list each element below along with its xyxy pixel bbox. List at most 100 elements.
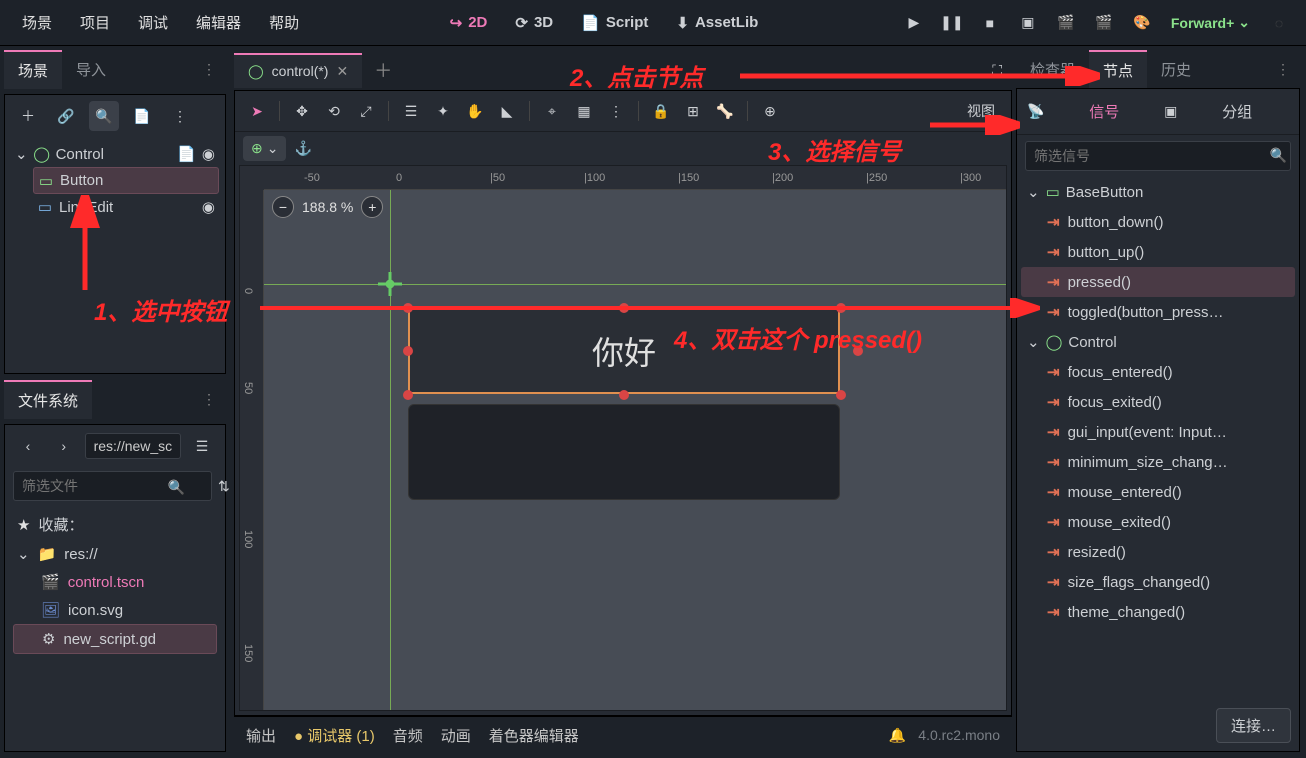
close-tab-icon[interactable]: ✕ xyxy=(336,63,348,80)
scene-menu-button[interactable]: ⋮ xyxy=(165,101,195,131)
menu-help[interactable]: 帮助 xyxy=(259,6,309,39)
menu-project[interactable]: 项目 xyxy=(70,6,120,39)
rotate-tool[interactable]: ⟲ xyxy=(320,97,348,125)
shader-tab[interactable]: 着色器编辑器 xyxy=(489,725,579,746)
fs-root[interactable]: ⌄📁res:// xyxy=(13,540,217,568)
ruler-tool[interactable]: ◣ xyxy=(493,97,521,125)
tree-node-control[interactable]: ⌄ ◯ Control 📄 ◉ xyxy=(11,141,219,167)
movie2-button[interactable]: 🎬 xyxy=(1089,8,1119,38)
signal-filter-input[interactable] xyxy=(1025,141,1291,171)
scale-tool[interactable]: ⤢ xyxy=(352,97,380,125)
signal-size_flags_changed[interactable]: ⇥size_flags_changed() xyxy=(1021,567,1295,597)
dock-menu-icon[interactable]: ⋮ xyxy=(1266,61,1300,78)
attach-script-button[interactable]: 📄 xyxy=(127,101,157,131)
debugger-tab[interactable]: ● 调试器 (1) xyxy=(294,725,375,746)
signal-gui_inputeventInput[interactable]: ⇥gui_input(event: Input… xyxy=(1021,417,1295,447)
zoom-out-button[interactable]: − xyxy=(272,196,294,218)
fs-file-script[interactable]: ⚙new_script.gd xyxy=(13,624,217,654)
signal-focus_entered[interactable]: ⇥focus_entered() xyxy=(1021,357,1295,387)
play-button[interactable]: ▶ xyxy=(899,8,929,38)
connect-button[interactable]: 连接… xyxy=(1216,708,1291,743)
signal-class-Control[interactable]: ⌄◯Control xyxy=(1021,327,1295,357)
canvas-lineedit-node[interactable] xyxy=(408,404,840,500)
workspace-assetlib[interactable]: ⬇AssetLib xyxy=(666,8,768,38)
anchor-icon[interactable]: ⚓ xyxy=(294,140,311,157)
signal-focus_exited[interactable]: ⇥focus_exited() xyxy=(1021,387,1295,417)
anchor-preset[interactable]: ⊕ xyxy=(756,97,784,125)
palette-icon[interactable]: 🎨 xyxy=(1127,8,1157,38)
lock-tool[interactable]: 🔒 xyxy=(647,97,675,125)
zoom-label[interactable]: 188.8 % xyxy=(302,199,353,215)
tab-filesystem[interactable]: 文件系统 xyxy=(4,380,92,419)
pause-button[interactable]: ❚❚ xyxy=(937,8,967,38)
tree-node-button[interactable]: ▭ Button xyxy=(33,167,219,194)
path-field[interactable]: res://new_sc xyxy=(85,433,182,459)
move-tool[interactable]: ✥ xyxy=(288,97,316,125)
fs-file-control[interactable]: 🎬control.tscn xyxy=(13,568,217,596)
play-remote-button[interactable]: ▣ xyxy=(1013,8,1043,38)
signal-minimum_size_chang[interactable]: ⇥minimum_size_chang… xyxy=(1021,447,1295,477)
fs-file-icon[interactable]: 🖼icon.svg xyxy=(13,596,217,624)
zoom-in-button[interactable]: + xyxy=(361,196,383,218)
dock-menu-icon[interactable]: ⋮ xyxy=(192,391,226,408)
signal-mouse_entered[interactable]: ⇥mouse_entered() xyxy=(1021,477,1295,507)
signal-toggledbutton_press[interactable]: ⇥toggled(button_press… xyxy=(1021,297,1295,327)
snap-options[interactable]: ⌖ xyxy=(538,97,566,125)
animation-tab[interactable]: 动画 xyxy=(441,725,471,746)
groups-subtab[interactable]: 分组 xyxy=(1185,97,1289,126)
canvas-button-node[interactable]: 你好 xyxy=(408,308,840,394)
link-node-button[interactable]: 🔗 xyxy=(51,101,81,131)
renderer-dropdown[interactable]: Forward+⌄ xyxy=(1165,14,1256,31)
bone-tool[interactable]: 🦴 xyxy=(711,97,739,125)
fs-favorites[interactable]: ★收藏： xyxy=(13,509,217,540)
pivot-tool[interactable]: ✦ xyxy=(429,97,457,125)
audio-tab[interactable]: 音频 xyxy=(393,725,423,746)
nav-fwd-button[interactable]: › xyxy=(49,431,79,461)
select-tool[interactable]: ➤ xyxy=(243,97,271,125)
add-preset-button[interactable]: ⊕⌄ xyxy=(243,136,286,161)
signal-resized[interactable]: ⇥resized() xyxy=(1021,537,1295,567)
add-scene-tab[interactable]: ＋ xyxy=(362,57,404,83)
fullscreen-icon[interactable]: ⛶ xyxy=(982,62,1012,79)
snap-menu[interactable]: ⋮ xyxy=(602,97,630,125)
movie-button[interactable]: 🎬 xyxy=(1051,8,1081,38)
group-tool[interactable]: ⊞ xyxy=(679,97,707,125)
search-node-button[interactable]: 🔍 xyxy=(89,101,119,131)
script-attached-icon[interactable]: 📄 xyxy=(177,145,196,163)
signal-pressed[interactable]: ⇥pressed() xyxy=(1021,267,1295,297)
add-node-button[interactable]: ＋ xyxy=(13,101,43,131)
tab-import[interactable]: 导入 xyxy=(62,51,120,88)
workspace-script[interactable]: 📄Script xyxy=(571,8,658,38)
signal-button_down[interactable]: ⇥button_down() xyxy=(1021,207,1295,237)
bell-icon[interactable]: 🔔 xyxy=(889,727,906,743)
workspace-2d[interactable]: ↪2D xyxy=(440,8,498,38)
signals-subtab[interactable]: 信号 xyxy=(1052,97,1156,126)
signal-theme_changed[interactable]: ⇥theme_changed() xyxy=(1021,597,1295,627)
dock-menu-icon[interactable]: ⋮ xyxy=(192,61,226,78)
signal-class-BaseButton[interactable]: ⌄▭BaseButton xyxy=(1021,177,1295,207)
2d-viewport[interactable]: -500|50|100|150|200|250|300 050100150 − … xyxy=(239,165,1007,711)
output-tab[interactable]: 输出 xyxy=(246,725,276,746)
signal-mouse_exited[interactable]: ⇥mouse_exited() xyxy=(1021,507,1295,537)
tab-node[interactable]: 节点 xyxy=(1089,50,1147,89)
workspace-3d[interactable]: ⟳3D xyxy=(505,8,563,38)
view-menu[interactable]: 视图 xyxy=(959,97,1003,125)
grid-snap[interactable]: ▦ xyxy=(570,97,598,125)
menu-debug[interactable]: 调试 xyxy=(128,6,178,39)
stop-button[interactable]: ■ xyxy=(975,8,1005,38)
scene-tab-control[interactable]: ◯ control(*) ✕ xyxy=(234,53,362,88)
fs-sort-button[interactable]: ⇅ xyxy=(218,471,230,501)
visibility-icon[interactable]: ◉ xyxy=(202,198,215,216)
menu-scene[interactable]: 场景 xyxy=(12,6,62,39)
nav-back-button[interactable]: ‹ xyxy=(13,431,43,461)
tab-inspector[interactable]: 检查器 xyxy=(1016,51,1089,88)
signal-button_up[interactable]: ⇥button_up() xyxy=(1021,237,1295,267)
visibility-icon[interactable]: ◉ xyxy=(202,145,215,163)
tree-node-lineedit[interactable]: ▭ LineEdit ◉ xyxy=(33,194,219,220)
list-select-tool[interactable]: ☰ xyxy=(397,97,425,125)
pan-tool[interactable]: ✋ xyxy=(461,97,489,125)
tab-history[interactable]: 历史 xyxy=(1147,51,1205,88)
menu-editor[interactable]: 编辑器 xyxy=(186,6,251,39)
tab-scene[interactable]: 场景 xyxy=(4,50,62,89)
view-mode-button[interactable]: ☰ xyxy=(187,431,217,461)
